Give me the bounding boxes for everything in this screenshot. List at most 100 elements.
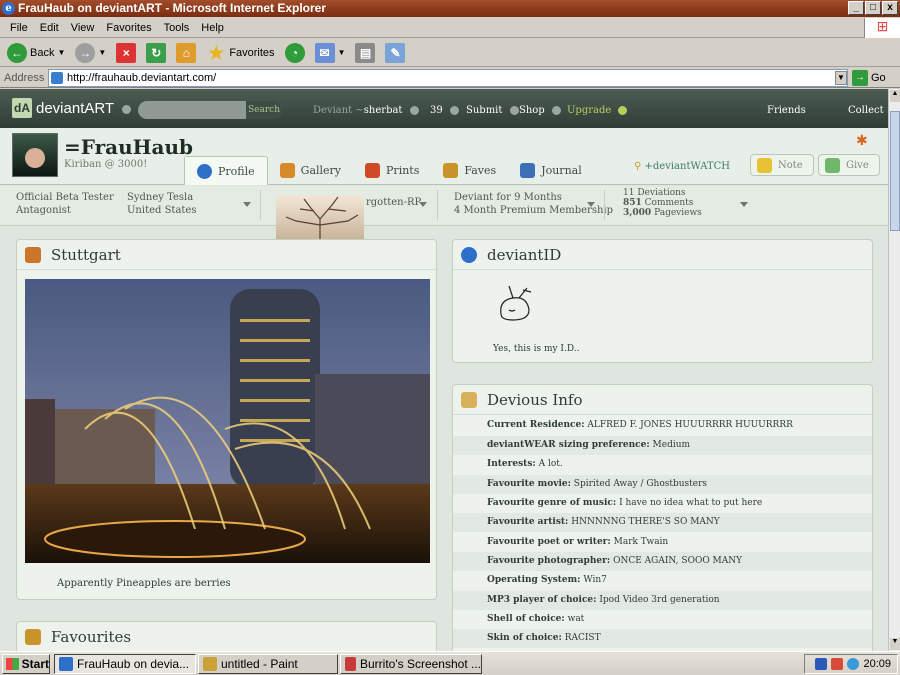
collect-link[interactable]: Collect [848, 105, 884, 116]
profile-username[interactable]: =FrauHaub [64, 135, 193, 159]
ie-task-icon [59, 657, 73, 671]
submit-dropdown-icon [509, 106, 519, 115]
deviant-menu[interactable]: Deviant ~sherbat [313, 105, 419, 116]
favourites-icon [25, 629, 41, 645]
scroll-up-icon[interactable]: ▲ [890, 90, 900, 102]
featured-image[interactable] [25, 279, 430, 563]
tab-gallery-label: Gallery [300, 164, 342, 177]
go-arrow-icon: → [852, 70, 868, 86]
da-search-input[interactable]: Search [138, 101, 282, 119]
menu-favorites[interactable]: Favorites [100, 22, 157, 34]
page-scrollbar[interactable]: ▲ ▼ [888, 89, 900, 651]
stop-button[interactable]: × [113, 41, 139, 65]
logo-dropdown-icon[interactable] [122, 105, 131, 114]
minimize-button[interactable]: _ [848, 1, 864, 15]
tray-network-icon[interactable] [847, 658, 860, 670]
tab-prints[interactable]: Prints [353, 156, 431, 185]
address-dropdown-icon[interactable]: ▼ [835, 71, 847, 85]
friends-link[interactable]: Friends [767, 105, 806, 116]
tab-journal[interactable]: Journal [508, 156, 594, 185]
start-button[interactable]: Start [2, 654, 50, 674]
group-name[interactable]: rgotten-RP [366, 196, 421, 209]
edit-button[interactable]: ✎ [382, 41, 408, 65]
devious-row: Favourite poet or writer: Mark Twain [453, 533, 872, 552]
row-value: ONCE AGAIN, SOOO MANY [613, 556, 743, 566]
menu-tools[interactable]: Tools [158, 22, 196, 34]
print-button[interactable]: ▤ [352, 41, 378, 65]
deviant-label: Deviant [313, 105, 353, 116]
close-button[interactable]: x [882, 1, 898, 15]
deviantid-caption: Yes, this is my I.D.. [493, 344, 580, 354]
location-dropdown-icon[interactable] [243, 202, 251, 207]
go-button[interactable]: → Go [852, 70, 886, 86]
infobar-divider [437, 190, 438, 220]
favourites-panel: Favourites [16, 621, 437, 651]
group-dropdown-icon[interactable] [419, 202, 427, 207]
shop-label: Shop [519, 105, 545, 116]
window-titlebar: e FrauHaub on deviantART - Microsoft Int… [0, 0, 900, 17]
deviantid-doodle-image[interactable] [495, 280, 539, 324]
tab-gallery[interactable]: Gallery [268, 156, 353, 185]
favorites-button[interactable]: ★ Favorites [203, 41, 277, 65]
stuttgart-photo [25, 279, 430, 563]
favourites-title: Favourites [51, 627, 132, 646]
maximize-button[interactable]: □ [865, 1, 881, 15]
refresh-icon: ↻ [146, 42, 167, 63]
mail-dropdown-icon[interactable]: ▼ [338, 48, 346, 57]
clipboard-icon [461, 392, 477, 408]
submit-menu[interactable]: Submit [466, 105, 519, 116]
da-logo-icon: dA [12, 98, 32, 118]
windows-logo-icon: ⊞ [864, 18, 900, 38]
tab-faves[interactable]: Faves [431, 156, 508, 185]
corner-badge-icon[interactable]: ✱ [856, 132, 870, 148]
pageviews-count: 3,000 [623, 208, 652, 218]
address-bar: Address http://frauhaub.deviantart.com/ … [0, 68, 900, 88]
home-button[interactable]: ⌂ [173, 41, 199, 65]
avatar[interactable] [12, 133, 58, 177]
row-value: Medium [652, 440, 691, 450]
devious-row: Operating System: Win7 [453, 571, 872, 590]
internet-explorer-icon: e [2, 2, 15, 15]
forward-button[interactable]: → ▼ [72, 41, 109, 65]
group-thumbnail[interactable] [276, 195, 364, 239]
message-count: 39 [430, 105, 443, 116]
tab-journal-label: Journal [541, 164, 582, 177]
gallery-icon [279, 163, 295, 178]
address-input[interactable]: http://frauhaub.deviantart.com/ ▼ [48, 69, 848, 87]
browser-toolbar: ← Back ▼ → ▼ × ↻ ⌂ ★ Favorites ◔ ✉ ▼ ▤ ✎ [0, 39, 900, 67]
mail-button[interactable]: ✉ ▼ [312, 41, 349, 65]
back-arrow-icon: ← [7, 42, 27, 63]
history-button[interactable]: ◔ [282, 41, 308, 65]
menu-help[interactable]: Help [195, 22, 230, 34]
watch-icon: ⚲ [634, 161, 642, 172]
messages-menu[interactable]: 39 [430, 105, 459, 116]
menu-edit[interactable]: Edit [34, 22, 65, 34]
row-value: Ipod Video 3rd generation [599, 595, 720, 605]
row-label: Operating System: [487, 575, 581, 585]
back-button[interactable]: ← Back ▼ [4, 41, 68, 65]
membership-dropdown-icon[interactable] [587, 202, 595, 207]
menu-file[interactable]: File [4, 22, 34, 34]
da-search-button[interactable]: Search [246, 101, 282, 119]
refresh-button[interactable]: ↻ [143, 41, 169, 65]
da-logo[interactable]: dA deviantART [12, 98, 114, 118]
tray-security-icon[interactable] [831, 658, 844, 670]
task-screenshot-window[interactable]: Burrito's Screenshot ... [340, 654, 482, 674]
user-stats: 11 Deviations 851 Comments 3,000 Pagevie… [623, 188, 702, 218]
task-paint-window[interactable]: untitled - Paint [198, 654, 338, 674]
give-button[interactable]: Give [818, 154, 880, 176]
task-ie-window[interactable]: FrauHaub on devia... [54, 654, 196, 674]
upgrade-link[interactable]: Upgrade [567, 105, 628, 116]
scroll-down-icon[interactable]: ▼ [890, 638, 900, 650]
deviations-label: Deviations [637, 188, 686, 198]
deviantwatch-link[interactable]: ⚲ +deviantWATCH [634, 161, 730, 172]
menu-view[interactable]: View [65, 22, 101, 34]
shop-menu[interactable]: Shop [519, 105, 561, 116]
forward-dropdown-icon[interactable]: ▼ [98, 48, 106, 57]
stats-dropdown-icon[interactable] [740, 202, 748, 207]
tab-profile[interactable]: Profile [184, 156, 268, 185]
scrollbar-thumb[interactable] [890, 111, 900, 231]
back-dropdown-icon[interactable]: ▼ [57, 48, 65, 57]
note-button[interactable]: Note [750, 154, 814, 176]
tray-app-icon[interactable] [815, 658, 828, 670]
